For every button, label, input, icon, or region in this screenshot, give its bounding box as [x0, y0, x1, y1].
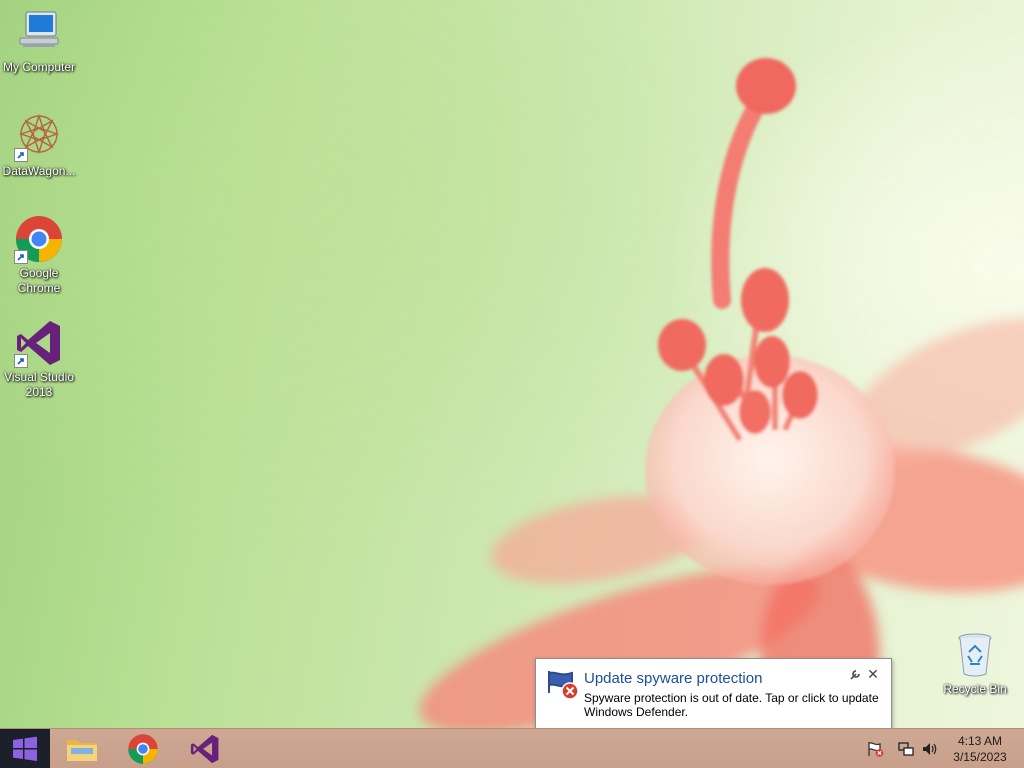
desktop-icon-google-chrome[interactable]: Google Chrome: [0, 214, 78, 296]
taskbar-app-file-explorer[interactable]: [52, 729, 112, 768]
clock-date: 3/15/2023: [953, 750, 1007, 764]
desktop-icon-recycle-bin[interactable]: Recycle Bin: [936, 630, 1014, 697]
action-center-alert-icon[interactable]: [867, 741, 885, 757]
volume-icon[interactable]: [921, 741, 939, 757]
shortcut-arrow-icon: [14, 250, 28, 264]
taskbar-clock[interactable]: 4:13 AM 3/15/2023: [944, 733, 1016, 765]
notification-balloon[interactable]: Update spyware protection Spyware protec…: [535, 658, 892, 729]
chrome-icon: [14, 214, 64, 264]
desktop-icon-label: Recycle Bin: [943, 682, 1007, 696]
shortcut-arrow-icon: [14, 354, 28, 368]
visual-studio-icon: [190, 734, 219, 764]
network-icon[interactable]: [897, 741, 915, 757]
taskbar-app-chrome[interactable]: [113, 729, 173, 768]
datawagon-icon: [14, 112, 64, 162]
desktop-icon-my-computer[interactable]: My Computer: [0, 8, 78, 75]
windows-logo-icon: [13, 736, 37, 761]
windows-defender-alert-icon: [546, 669, 580, 701]
file-explorer-icon: [67, 740, 97, 761]
notification-message: Spyware protection is out of date. Tap o…: [584, 691, 879, 719]
visual-studio-icon: [14, 318, 64, 368]
clock-time: 4:13 AM: [957, 734, 1003, 748]
desktop-icon-visual-studio[interactable]: Visual Studio 2013: [0, 318, 78, 400]
chrome-icon: [128, 734, 158, 764]
recycle-bin-icon: [950, 630, 1000, 680]
wallpaper-flower: [419, 58, 1024, 768]
desktop-icon-label: My Computer: [2, 60, 76, 74]
desktop-icon-label: Visual Studio 2013: [4, 370, 74, 399]
desktop-icon-label: DataWagon...: [2, 164, 76, 178]
wrench-icon[interactable]: [848, 668, 862, 682]
taskbar: 4:13 AM 3/15/2023: [0, 728, 1024, 768]
computer-icon: [14, 8, 64, 58]
desktop-icon-label: Google Chrome: [17, 266, 61, 295]
start-button[interactable]: [0, 729, 50, 768]
notification-title: Update spyware protection: [584, 670, 763, 687]
desktop-icon-datawagon[interactable]: DataWagon...: [0, 112, 78, 179]
shortcut-arrow-icon: [14, 148, 28, 162]
notification-close-button[interactable]: ✕: [866, 666, 880, 682]
taskbar-app-visual-studio[interactable]: [175, 729, 235, 768]
